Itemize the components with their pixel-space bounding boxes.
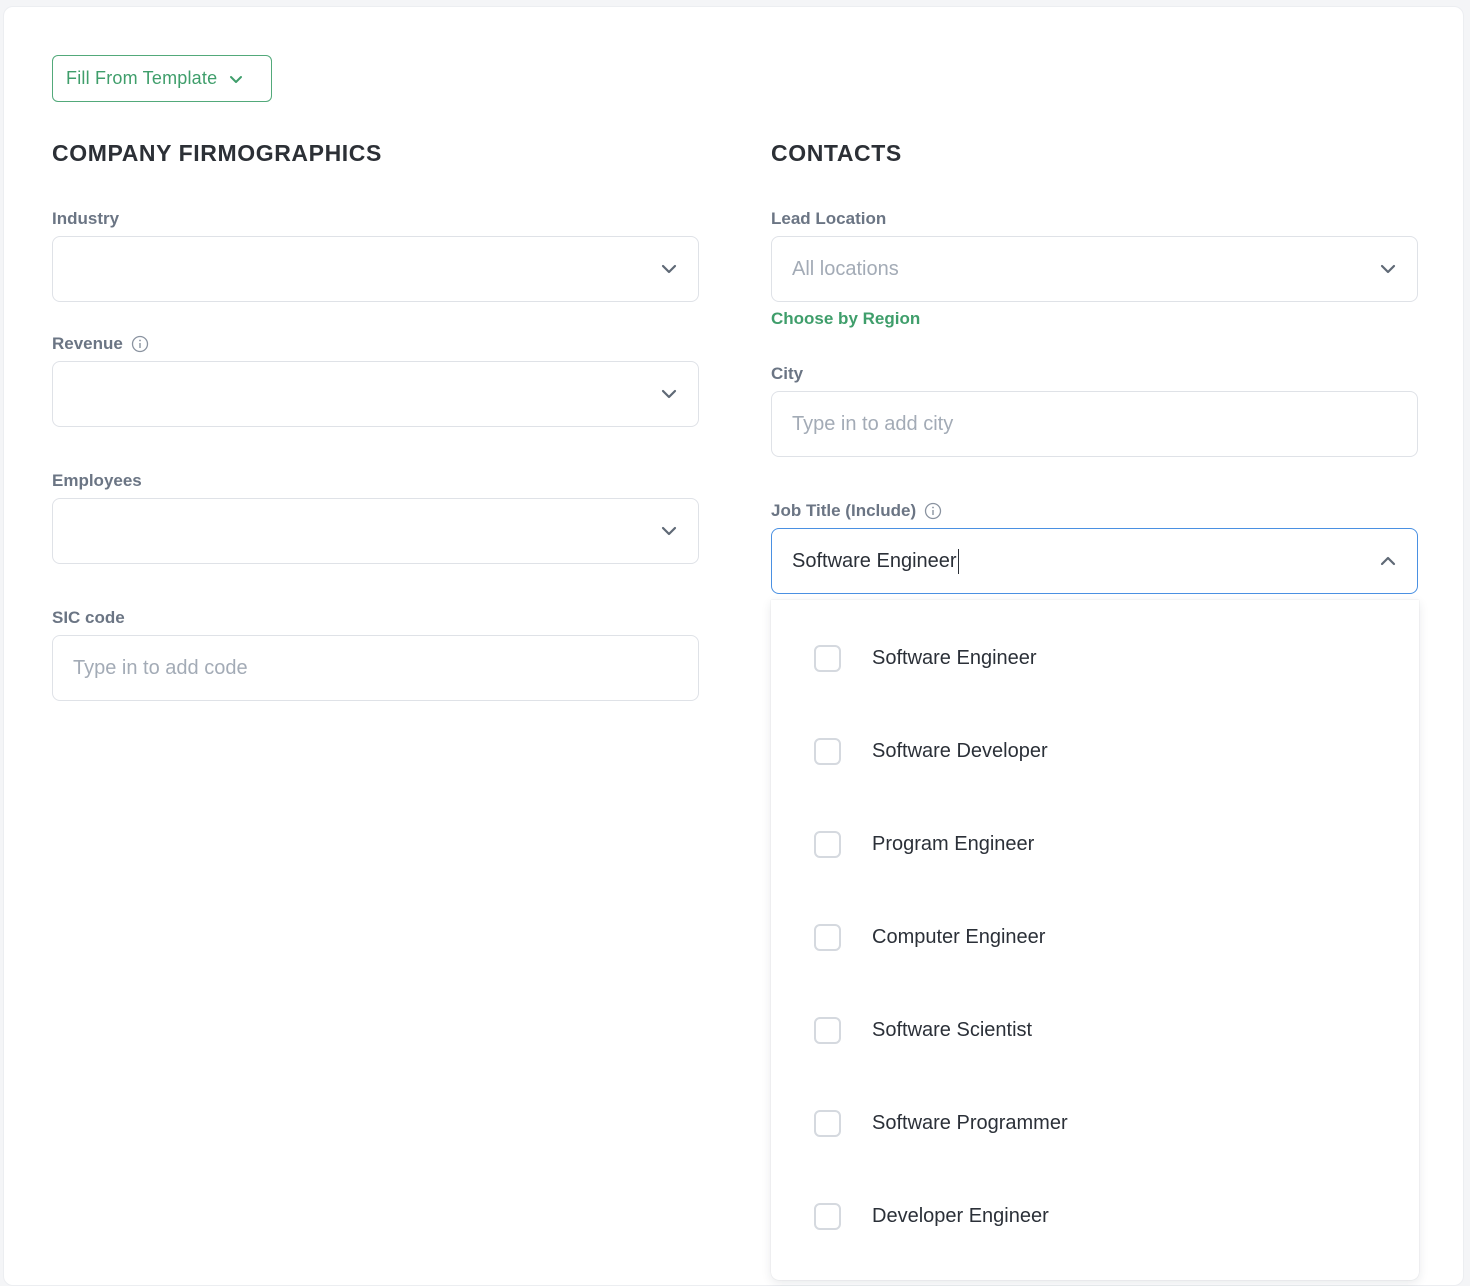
option-checkbox[interactable] [814, 1202, 841, 1230]
option-label: Software Developer [872, 739, 1048, 762]
city-input[interactable] [792, 412, 1352, 436]
job-title-select[interactable]: Software Engineer [771, 528, 1418, 594]
job-title-option[interactable]: Software Engineer [771, 628, 1419, 688]
info-icon[interactable] [131, 335, 149, 353]
choose-by-region-link[interactable]: Choose by Region [771, 309, 920, 329]
sic-code-field[interactable] [52, 635, 699, 701]
option-label: Software Programmer [872, 1111, 1068, 1134]
info-icon[interactable] [924, 502, 942, 520]
industry-select[interactable] [52, 236, 699, 302]
option-checkbox[interactable] [814, 830, 841, 858]
option-checkbox[interactable] [814, 1109, 841, 1137]
lead-location-label: Lead Location [771, 209, 886, 229]
option-label: Developer Engineer [872, 1204, 1049, 1227]
job-title-label: Job Title (Include) [771, 501, 942, 521]
option-label: Software Scientist [872, 1018, 1033, 1041]
option-checkbox[interactable] [814, 1016, 841, 1044]
company-firmographics-title: COMPANY FIRMOGRAPHICS [52, 140, 382, 166]
job-title-option[interactable]: Software Programmer [771, 1093, 1419, 1153]
sic-code-label-text: SIC code [52, 608, 125, 627]
industry-label: Industry [52, 209, 119, 229]
text-cursor [957, 548, 960, 574]
job-title-input[interactable]: Software Engineer [792, 550, 957, 573]
city-label-text: City [771, 364, 804, 383]
lead-location-placeholder: All locations [792, 257, 899, 280]
employees-label: Employees [52, 471, 142, 491]
job-title-option[interactable]: Program Engineer [771, 814, 1419, 874]
chevron-down-icon [660, 263, 678, 275]
chevron-down-icon [660, 525, 678, 537]
revenue-label-text: Revenue [52, 334, 123, 353]
option-checkbox[interactable] [814, 737, 841, 765]
chevron-down-icon [660, 388, 678, 400]
lead-location-label-text: Lead Location [771, 209, 887, 228]
option-label: Software Engineer [872, 646, 1037, 669]
option-label: Program Engineer [872, 832, 1035, 855]
sic-code-label: SIC code [52, 608, 125, 628]
chevron-down-icon [229, 74, 243, 84]
city-field[interactable] [771, 391, 1418, 457]
job-title-option[interactable]: Developer Engineer [771, 1186, 1419, 1246]
employees-label-text: Employees [52, 471, 142, 490]
revenue-select[interactable] [52, 361, 699, 427]
option-label: Computer Engineer [872, 925, 1046, 948]
lead-location-select[interactable]: All locations [771, 236, 1418, 302]
fill-from-template-button[interactable]: Fill From Template [52, 55, 272, 102]
sic-code-input[interactable] [73, 656, 633, 680]
contacts-title: CONTACTS [771, 140, 902, 166]
filter-card: Fill From Template COMPANY FIRMOGRAPHICS… [3, 6, 1464, 1286]
job-title-label-text: Job Title (Include) [771, 501, 917, 520]
job-title-option[interactable]: Computer Engineer [771, 907, 1419, 967]
option-checkbox[interactable] [814, 923, 841, 951]
revenue-label: Revenue [52, 334, 149, 354]
industry-label-text: Industry [52, 209, 120, 228]
chevron-up-icon[interactable] [1379, 555, 1397, 567]
chevron-down-icon [1379, 263, 1397, 275]
fill-from-template-label: Fill From Template [66, 68, 218, 88]
option-checkbox[interactable] [814, 644, 841, 672]
job-title-option[interactable]: Software Developer [771, 721, 1419, 781]
job-title-option[interactable]: Software Scientist [771, 1000, 1419, 1060]
employees-select[interactable] [52, 498, 699, 564]
city-label: City [771, 364, 803, 384]
job-title-dropdown: Software Engineer Software Developer Pro… [771, 600, 1419, 1280]
